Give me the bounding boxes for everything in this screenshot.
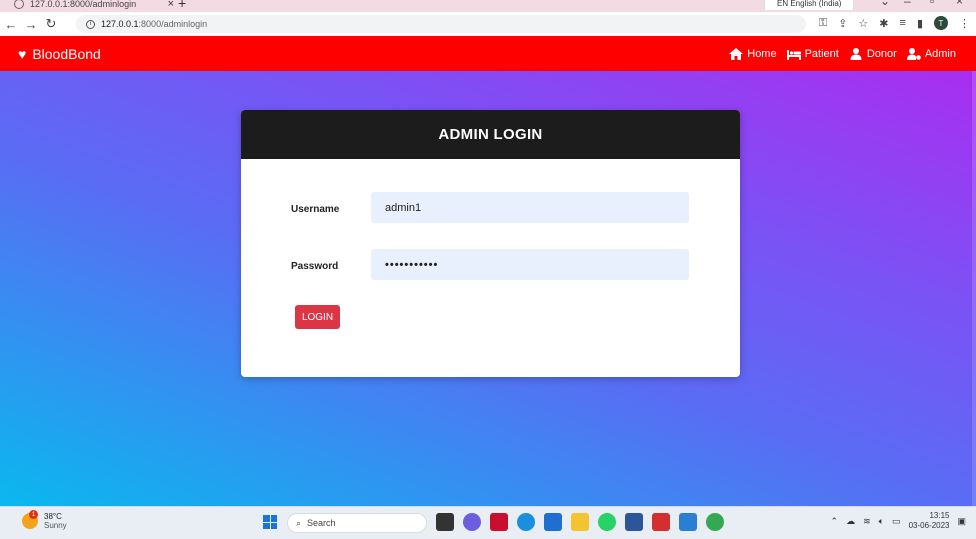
url-path: :8000/adminlogin	[138, 19, 208, 29]
nav-admin-label: Admin	[924, 47, 956, 60]
globe-icon	[14, 0, 24, 9]
url-host: 127.0.0.1	[101, 19, 139, 29]
side-panel-icon[interactable]: ▮	[917, 17, 923, 30]
bookmark-star-icon[interactable]: ☆	[858, 17, 868, 30]
profile-avatar[interactable]: T	[934, 16, 948, 30]
nav-donor[interactable]: Donor	[849, 47, 897, 60]
store-icon[interactable]	[544, 513, 562, 531]
taskbar-search[interactable]: ⌕ Search	[287, 513, 427, 533]
tray-chevron-icon[interactable]: ⌃	[831, 516, 839, 527]
close-tab-icon[interactable]: ×	[168, 0, 174, 10]
nav-patient-label: Patient	[804, 47, 839, 60]
weather-widget[interactable]: 1 38°C Sunny	[22, 510, 67, 530]
clock-time: 13:15	[929, 511, 950, 520]
page-background: ADMIN LOGIN Username Password LOGIN	[0, 71, 976, 506]
volume-icon[interactable]: 🔈︎	[879, 516, 884, 527]
weather-temp: 38°C	[44, 512, 62, 521]
teams-icon[interactable]	[463, 513, 481, 531]
nav-home-label: Home	[747, 47, 777, 60]
clock[interactable]: 13:15 03-06-2023	[909, 511, 950, 531]
username-label: Username	[291, 204, 340, 215]
search-icon: ⌕	[296, 517, 302, 528]
minimize-icon[interactable]: –	[904, 0, 911, 8]
brand-name: BloodBond	[32, 45, 101, 62]
clock-date: 03-06-2023	[908, 521, 950, 530]
battery-icon[interactable]: ▭	[892, 516, 901, 527]
address-bar[interactable]: i 127.0.0.1:8000/adminlogin	[76, 15, 806, 33]
close-window-icon[interactable]: ×	[956, 0, 963, 8]
admin-login-card: ADMIN LOGIN Username Password LOGIN	[241, 110, 740, 377]
bed-icon	[786, 49, 801, 60]
extensions-icon[interactable]: ✱	[879, 17, 888, 30]
notifications-icon[interactable]: ▣	[957, 516, 966, 527]
taskbar-search-label: Search	[307, 518, 336, 528]
vscode-icon[interactable]	[679, 513, 697, 531]
tab-search-icon[interactable]: ⌄	[880, 0, 890, 8]
new-tab-button[interactable]: +	[178, 0, 186, 11]
key-icon[interactable]: ⚿	[819, 17, 827, 30]
acrobat-icon[interactable]	[652, 513, 670, 531]
whatsapp-icon[interactable]	[598, 513, 616, 531]
password-input[interactable]	[371, 249, 689, 280]
site-info-icon[interactable]: i	[86, 19, 95, 29]
browser-tab[interactable]: 127.0.0.1:8000/adminlogin ×	[14, 0, 174, 12]
nav-admin[interactable]: Admin	[906, 47, 956, 60]
browser-toolbar: ← → ↻ i 127.0.0.1:8000/adminlogin ⚿ ⇪ ☆ …	[0, 12, 976, 36]
weather-condition: Sunny	[44, 521, 67, 530]
nav-patient[interactable]: Patient	[786, 47, 839, 60]
nav-home[interactable]: Home	[729, 47, 777, 60]
user-icon	[850, 47, 862, 60]
sun-icon: 1	[22, 510, 38, 529]
file-explorer-icon[interactable]	[571, 513, 589, 531]
mcafee-icon[interactable]	[490, 513, 508, 531]
heart-icon: ♥	[18, 45, 27, 62]
login-title: ADMIN LOGIN	[241, 110, 740, 159]
nav-donor-label: Donor	[866, 47, 897, 60]
media-icon[interactable]: ≡	[900, 17, 906, 29]
browser-tab-bar: 127.0.0.1:8000/adminlogin × + EN English…	[0, 0, 976, 12]
home-icon	[729, 47, 744, 60]
word-icon[interactable]	[625, 513, 643, 531]
language-indicator[interactable]: EN English (India)	[764, 0, 855, 10]
edge-icon[interactable]	[517, 513, 535, 531]
reload-icon[interactable]: ↻	[42, 16, 60, 32]
wifi-icon[interactable]: ≋	[863, 516, 871, 527]
brand-link[interactable]: ♥ BloodBond	[18, 46, 101, 62]
onedrive-icon[interactable]: ☁	[846, 516, 855, 527]
page-scrollbar[interactable]	[972, 71, 976, 506]
chrome-icon[interactable]	[706, 513, 724, 531]
user-gear-icon	[906, 47, 921, 60]
weather-alert-badge: 1	[29, 510, 38, 519]
os-taskbar: 1 38°C Sunny ⌕ Search ⌃ ☁ ≋ 🔈︎ ▭ 13:15 0…	[0, 506, 976, 539]
back-icon[interactable]: ←	[2, 17, 20, 32]
menu-icon[interactable]: ⋮	[959, 17, 970, 30]
maximize-icon[interactable]: ▫	[930, 0, 934, 8]
share-icon[interactable]: ⇪	[838, 17, 847, 30]
username-input[interactable]	[371, 192, 689, 223]
tab-title: 127.0.0.1:8000/adminlogin	[30, 0, 137, 9]
password-label: Password	[291, 261, 339, 272]
login-button[interactable]: LOGIN	[295, 305, 340, 329]
task-view-icon[interactable]	[436, 513, 454, 531]
app-navbar: ♥ BloodBond Home Patient Donor Admin	[0, 36, 976, 71]
windows-start-icon[interactable]	[263, 515, 277, 529]
forward-icon[interactable]: →	[22, 17, 40, 32]
